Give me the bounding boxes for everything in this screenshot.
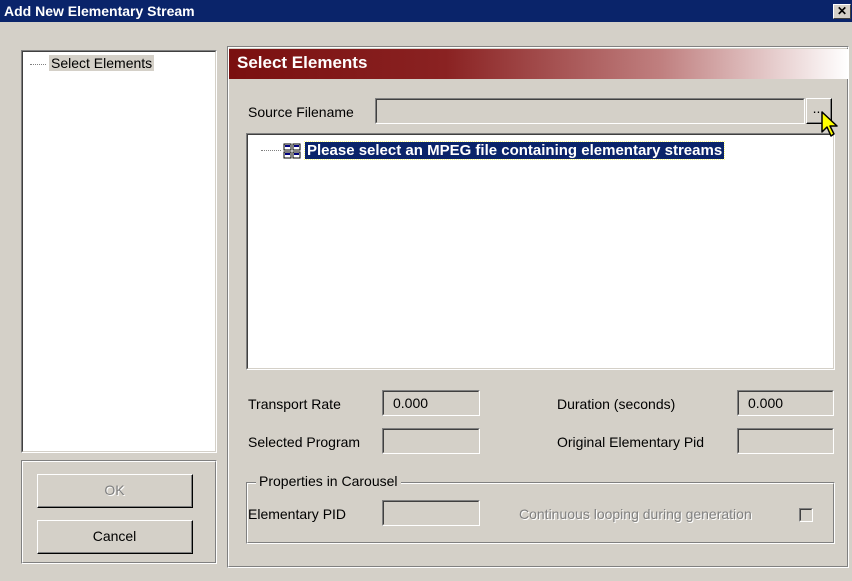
source-filename-label: Source Filename — [248, 104, 354, 120]
duration-value: 0.000 — [748, 395, 784, 411]
panel-header: Select Elements — [229, 49, 848, 79]
selected-program-field[interactable] — [382, 428, 480, 454]
tree-connector — [261, 150, 281, 151]
elementary-pid-label: Elementary PID — [248, 506, 347, 522]
tree-connector — [30, 63, 46, 65]
panel-title: Select Elements — [237, 53, 368, 72]
looping-label: Continuous looping during generation — [519, 506, 752, 522]
original-pid-field[interactable] — [737, 428, 834, 454]
original-pid-label: Original Elementary Pid — [557, 434, 705, 450]
navigation-tree[interactable]: Select Elements — [21, 50, 217, 453]
cancel-button[interactable]: Cancel — [37, 520, 193, 554]
list-item[interactable]: Please select an MPEG file containing el… — [261, 141, 726, 160]
carousel-group-title: Properties in Carousel — [256, 473, 401, 489]
tree-item-label: Select Elements — [49, 55, 155, 71]
transport-rate-value: 0.000 — [393, 395, 429, 411]
cancel-button-label: Cancel — [38, 521, 192, 553]
tree-item-select-elements[interactable]: Select Elements — [30, 55, 155, 71]
button-group: OK Cancel — [21, 460, 217, 564]
grid-icon — [283, 143, 301, 158]
duration-label: Duration (seconds) — [557, 396, 676, 412]
list-item-label: Please select an MPEG file containing el… — [303, 141, 726, 160]
window-title: Add New Elementary Stream — [4, 3, 195, 19]
ok-button-label: OK — [38, 475, 192, 507]
duration-field[interactable]: 0.000 — [737, 390, 834, 416]
close-icon[interactable]: ✕ — [833, 4, 851, 19]
transport-rate-field[interactable]: 0.000 — [382, 390, 480, 416]
title-bar[interactable]: Add New Elementary Stream ✕ — [0, 0, 852, 22]
transport-rate-label: Transport Rate — [248, 396, 341, 412]
source-filename-field[interactable] — [375, 98, 805, 124]
pointer-cursor-icon — [821, 111, 838, 137]
elementary-pid-field[interactable] — [382, 500, 480, 526]
dialog-window: Add New Elementary Stream ✕ Select Eleme… — [0, 0, 852, 581]
ok-button[interactable]: OK — [37, 474, 193, 508]
looping-checkbox[interactable] — [799, 508, 813, 522]
selected-program-label: Selected Program — [248, 434, 361, 450]
stream-list[interactable]: Please select an MPEG file containing el… — [246, 133, 835, 370]
